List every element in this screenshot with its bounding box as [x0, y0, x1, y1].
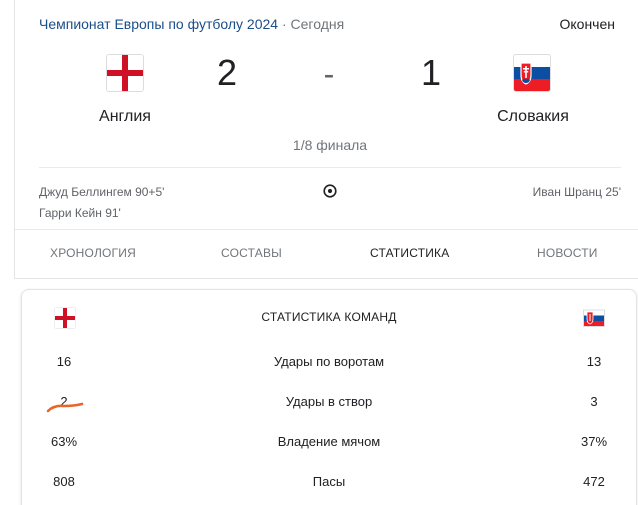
divider — [39, 167, 621, 168]
away-team-name[interactable]: Словакия — [473, 108, 593, 126]
home-scorers: Джуд Беллингем 90+5' Гарри Кейн 91' — [39, 182, 164, 224]
match-card: Чемпионат Европы по футболу 2024 · Сегод… — [14, 0, 638, 279]
stat-row: 63% Владение мячом 37% — [22, 434, 636, 454]
team-stats-card: СТАТИСТИКА КОМАНД 16 Удары по воротам 13… — [21, 289, 637, 505]
england-flag-icon[interactable] — [106, 54, 144, 92]
competition-link[interactable]: Чемпионат Европы по футболу 2024 — [39, 16, 278, 32]
slovakia-flag-icon[interactable] — [513, 54, 551, 92]
away-stat-value: 13 — [586, 354, 602, 369]
match-header: Чемпионат Европы по футболу 2024 · Сегод… — [39, 16, 344, 32]
page: Чемпионат Европы по футболу 2024 · Сегод… — [0, 0, 638, 505]
home-team-name[interactable]: Англия — [65, 108, 185, 126]
away-scorers: Иван Шранц 25' — [533, 182, 621, 203]
home-scorer: Гарри Кейн 91' — [39, 206, 121, 220]
tab-news[interactable]: НОВОСТИ — [537, 246, 598, 260]
stat-row: 16 Удары по воротам 13 — [22, 354, 636, 374]
away-scorer: Иван Шранц 25' — [532, 185, 621, 199]
stats-title: СТАТИСТИКА КОМАНД — [261, 310, 397, 324]
tab-chronology[interactable]: ХРОНОЛОГИЯ — [50, 246, 136, 260]
stat-label: Удары по воротам — [273, 354, 385, 369]
match-tabs: ХРОНОЛОГИЯ СОСТАВЫ СТАТИСТИКА НОВОСТИ — [15, 229, 638, 278]
stat-label: Владение мячом — [277, 434, 381, 449]
match-stage: 1/8 финала — [292, 137, 368, 153]
match-status: Окончен — [559, 16, 615, 32]
match-date: Сегодня — [290, 16, 345, 32]
stat-label: Удары в створ — [285, 394, 373, 409]
home-scorer: Джуд Беллингем 90+5' — [39, 185, 165, 199]
tab-statistics[interactable]: СТАТИСТИКА — [370, 246, 449, 260]
stat-row: 2 Удары в створ 3 — [22, 394, 636, 414]
away-stat-value: 472 — [583, 474, 605, 489]
away-score: 1 — [420, 52, 442, 93]
home-score: 2 — [216, 52, 238, 93]
header-separator: · — [281, 16, 287, 32]
highlight-underline-mark — [46, 402, 84, 413]
score-separator: - — [323, 56, 335, 92]
stat-label: Пасы — [312, 474, 346, 489]
soccer-ball-icon — [323, 184, 337, 198]
tab-lineups[interactable]: СОСТАВЫ — [221, 246, 282, 260]
away-stat-value: 37% — [580, 434, 608, 449]
stat-row: 808 Пасы 472 — [22, 474, 636, 494]
away-stat-value: 3 — [590, 394, 598, 409]
slovakia-flag-icon — [583, 307, 605, 329]
